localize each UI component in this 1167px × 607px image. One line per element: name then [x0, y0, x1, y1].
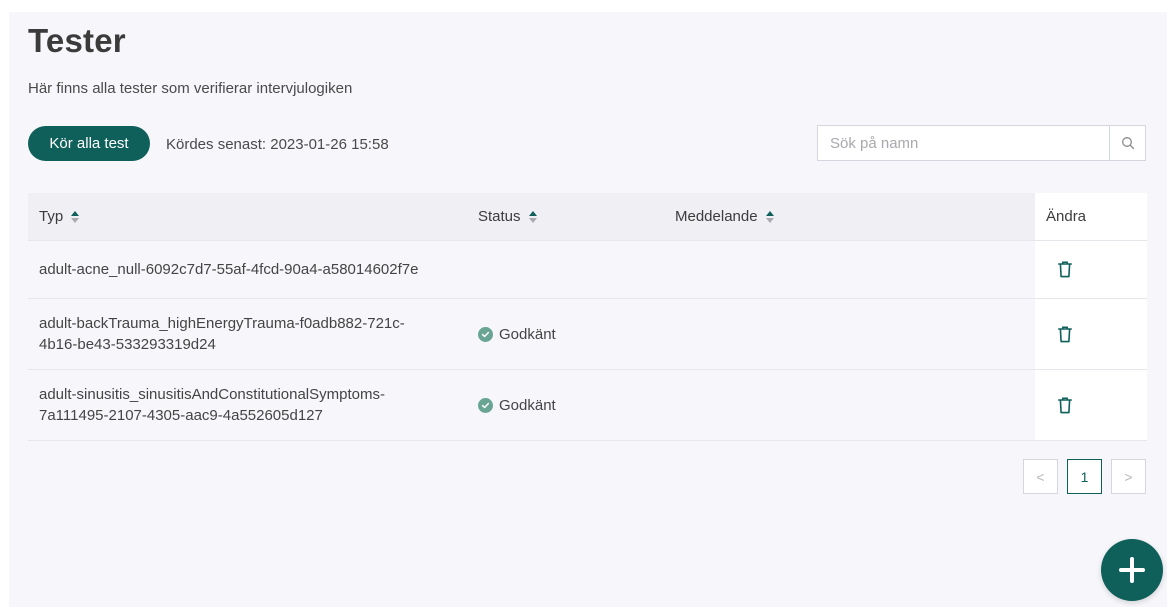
plus-icon: [1119, 557, 1145, 583]
column-header-meddelande-label: Meddelande: [675, 208, 758, 225]
table-row: adult-acne_null-6092c7d7-55af-4fcd-90a4-…: [28, 241, 1147, 299]
status-text: Godkänt: [499, 396, 556, 414]
search-icon: [1121, 137, 1134, 150]
status-text: Godkänt: [499, 325, 556, 343]
status-badge: Godkänt: [478, 326, 556, 343]
cell-status: [466, 241, 664, 298]
typ-line-1: adult-sinusitis_sinusitisAndConstitution…: [39, 386, 385, 403]
column-header-typ-label: Typ: [39, 208, 64, 225]
table-header-row: Typ Status Meddelande Ändra: [28, 193, 1147, 241]
cell-andra: [1035, 370, 1147, 440]
search-button[interactable]: [1109, 126, 1145, 160]
table-row: adult-sinusitis_sinusitisAndConstitution…: [28, 370, 1147, 441]
status-badge: Godkänt: [478, 397, 556, 414]
cell-typ: adult-acne_null-6092c7d7-55af-4fcd-90a4-…: [28, 241, 466, 298]
main-panel: Tester Här finns alla tester som verifie…: [9, 12, 1167, 607]
cell-meddelande: [664, 299, 1035, 369]
search-box: [817, 125, 1146, 161]
cell-typ: adult-backTrauma_highEnergyTrauma-f0adb8…: [28, 299, 466, 369]
page-title: Tester: [28, 22, 126, 59]
table-row: adult-backTrauma_highEnergyTrauma-f0adb8…: [28, 299, 1147, 370]
pagination: < 1 >: [1023, 459, 1146, 494]
sort-icon[interactable]: [765, 210, 774, 223]
column-header-meddelande[interactable]: Meddelande: [664, 193, 1035, 240]
cell-meddelande: [664, 241, 1035, 298]
tests-table: Typ Status Meddelande Ändra adult-acne_n…: [28, 193, 1147, 441]
run-all-tests-button[interactable]: Kör alla test: [28, 126, 150, 161]
page-subtitle: Här finns alla tester som verifierar int…: [28, 80, 353, 97]
check-circle-icon: [478, 397, 493, 413]
cell-status: Godkänt: [466, 299, 664, 369]
next-page-button[interactable]: >: [1111, 459, 1146, 494]
cell-meddelande: [664, 370, 1035, 440]
typ-line-2: 4b16-be43-533293319d24: [39, 336, 216, 353]
column-header-andra: Ändra: [1035, 193, 1147, 240]
add-test-button[interactable]: [1101, 539, 1163, 601]
cell-typ: adult-sinusitis_sinusitisAndConstitution…: [28, 370, 466, 440]
page-1-button[interactable]: 1: [1067, 459, 1102, 494]
trash-icon: [1058, 325, 1072, 342]
cell-andra: [1035, 241, 1147, 298]
typ-line-2: 7a111495-2107-4305-aac9-4a552605d127: [39, 407, 323, 424]
column-header-status[interactable]: Status: [466, 193, 664, 240]
column-header-andra-label: Ändra: [1046, 208, 1087, 225]
cell-status: Godkänt: [466, 370, 664, 440]
typ-line-1: adult-backTrauma_highEnergyTrauma-f0adb8…: [39, 315, 405, 332]
trash-icon: [1058, 261, 1072, 278]
sort-icon[interactable]: [528, 210, 537, 223]
search-input[interactable]: [818, 126, 1109, 160]
sort-icon[interactable]: [71, 210, 80, 223]
delete-button[interactable]: [1046, 325, 1072, 343]
check-circle-icon: [478, 326, 493, 342]
cell-andra: [1035, 299, 1147, 369]
prev-page-button[interactable]: <: [1023, 459, 1058, 494]
column-header-typ[interactable]: Typ: [28, 193, 466, 240]
typ-line-1: adult-acne_null-6092c7d7-55af-4fcd-90a4-…: [39, 261, 419, 278]
last-run-text: Kördes senast: 2023-01-26 15:58: [166, 136, 389, 153]
column-header-status-label: Status: [478, 208, 521, 225]
delete-button[interactable]: [1046, 396, 1072, 414]
trash-icon: [1058, 396, 1072, 413]
delete-button[interactable]: [1046, 261, 1072, 278]
